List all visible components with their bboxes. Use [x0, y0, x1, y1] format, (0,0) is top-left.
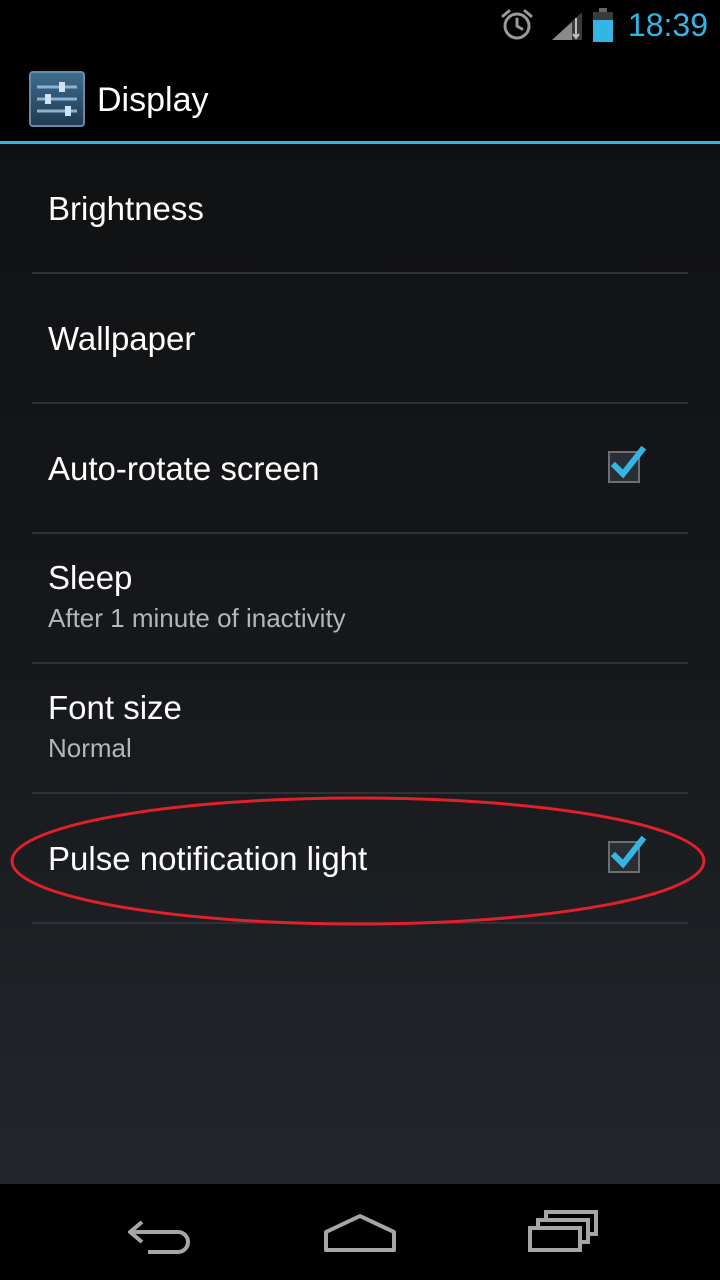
pref-summary: Normal	[48, 733, 132, 763]
home-icon[interactable]	[312, 1202, 408, 1262]
battery-icon	[593, 8, 613, 42]
recent-apps-icon[interactable]	[514, 1202, 610, 1262]
pref-auto-rotate[interactable]: Auto-rotate screen	[32, 404, 688, 534]
navigation-bar	[0, 1184, 720, 1280]
action-bar: Display	[0, 50, 720, 144]
auto-rotate-checkbox[interactable]	[606, 446, 646, 486]
signal-icon	[552, 12, 582, 40]
preference-list: Brightness Wallpaper Auto-rotate screen …	[0, 144, 720, 924]
pulse-light-checkbox[interactable]	[606, 836, 646, 876]
pref-title: Auto-rotate screen	[48, 450, 320, 487]
pref-title: Wallpaper	[48, 320, 196, 357]
alarm-icon	[501, 9, 533, 40]
back-icon[interactable]	[112, 1202, 208, 1262]
settings-content: Brightness Wallpaper Auto-rotate screen …	[0, 144, 720, 1184]
pref-title: Sleep	[48, 559, 133, 596]
status-time: 18:39	[627, 7, 708, 43]
pref-brightness[interactable]: Brightness	[32, 144, 688, 274]
pref-title: Pulse notification light	[48, 840, 368, 877]
pref-sleep[interactable]: Sleep After 1 minute of inactivity	[32, 534, 688, 664]
pref-pulse-notification-light[interactable]: Pulse notification light	[32, 794, 688, 924]
pref-title: Font size	[48, 689, 182, 726]
page-title: Display	[97, 81, 209, 119]
pref-wallpaper[interactable]: Wallpaper	[32, 274, 688, 404]
status-bar: 18:39	[0, 0, 720, 50]
pref-title: Brightness	[48, 190, 204, 227]
settings-sliders-icon[interactable]	[29, 71, 85, 127]
pref-summary: After 1 minute of inactivity	[48, 603, 346, 633]
pref-font-size[interactable]: Font size Normal	[32, 664, 688, 794]
